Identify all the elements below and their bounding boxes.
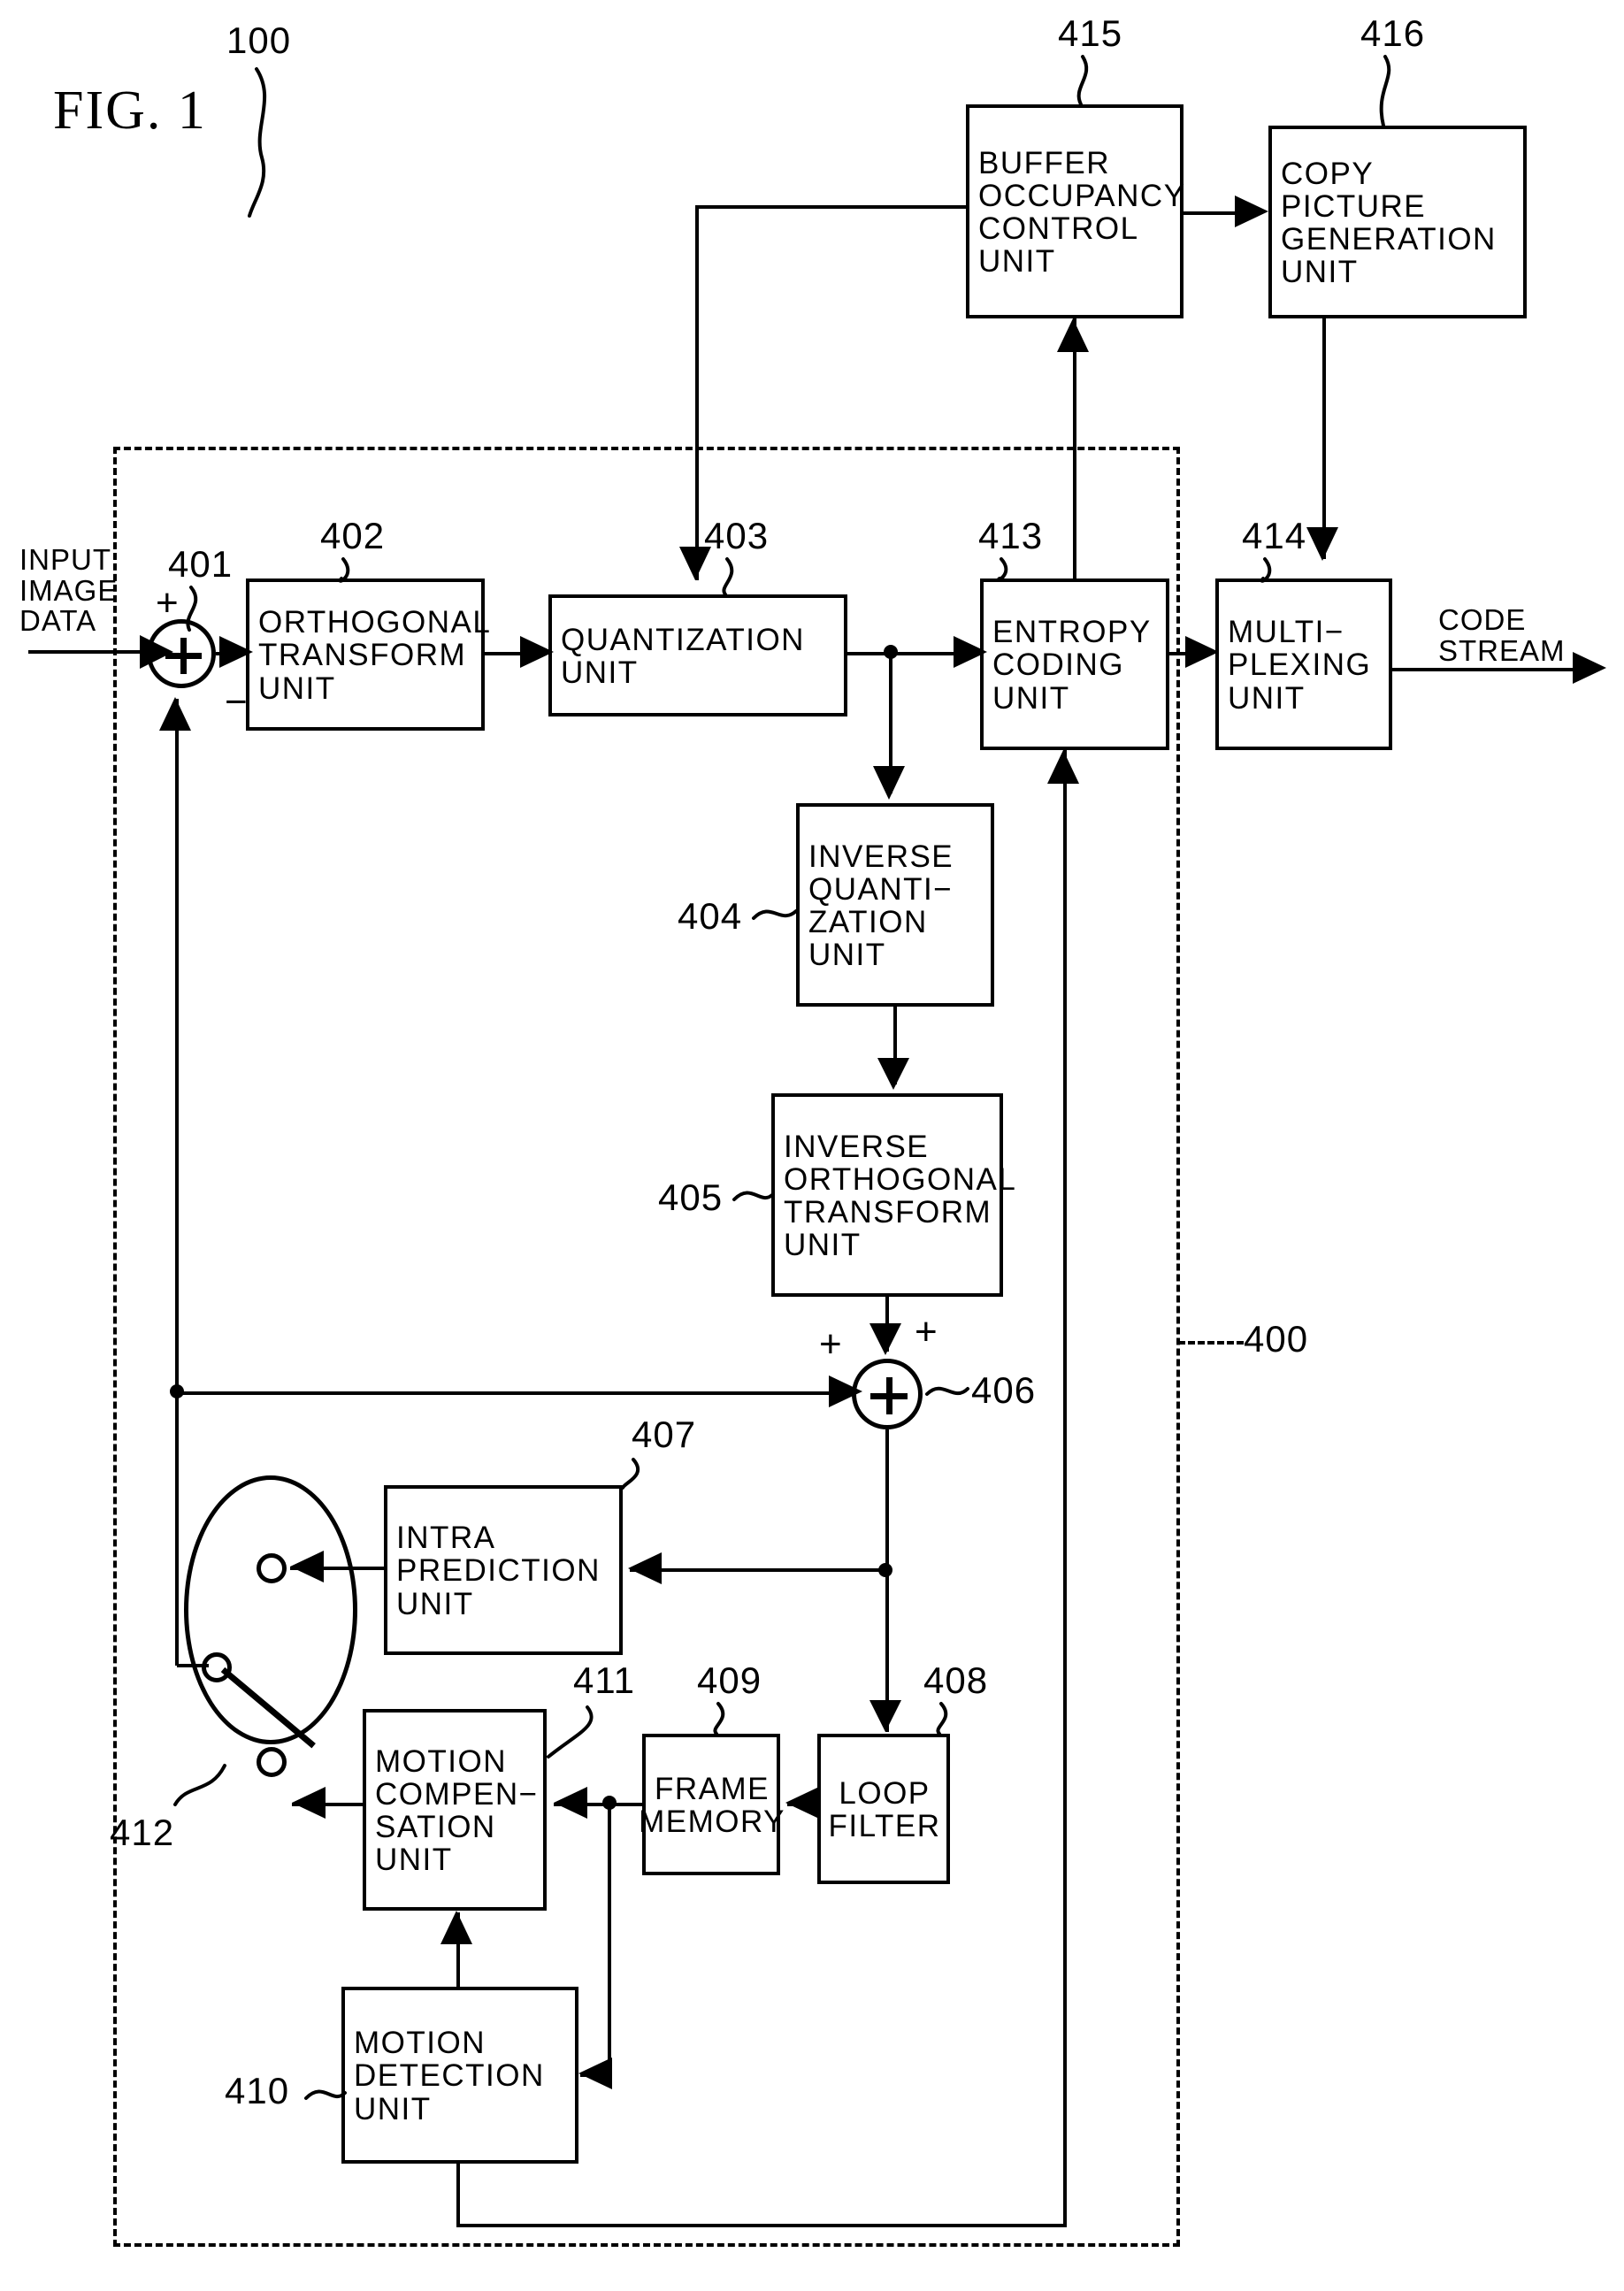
ref-numeral-404: 404: [678, 895, 743, 937]
ref-numeral-416: 416: [1360, 12, 1426, 54]
wire-inverse-quantization-to-inverse-orthogonal: [893, 1007, 897, 1084]
ref-numeral-415: 415: [1058, 12, 1123, 54]
block-inverse-orthogonal-transform-unit[interactable]: INVERSE ORTHOGONAL TRANSFORM UNIT: [771, 1093, 1015, 1297]
adder-401-plus-sign: +: [156, 581, 179, 624]
wire-quantization-tap-to-inverse-quantization: [889, 652, 892, 793]
encoder-boundary-leader: [1178, 1341, 1244, 1345]
ref-numeral-407: 407: [632, 1414, 697, 1455]
ref-numeral-400: 400: [1244, 1318, 1309, 1360]
ref-numeral-403: 403: [704, 515, 770, 556]
block-multiplexing-unit[interactable]: MULTI− PLEXING UNIT: [1215, 578, 1392, 750]
ref-numeral-405: 405: [658, 1176, 724, 1218]
wire-entropy-coding-to-multiplexing: [1169, 652, 1205, 655]
wire-adder401-to-orthogonal-transform: [216, 652, 239, 655]
adder-406-plus-left-sign: +: [819, 1322, 842, 1366]
block-entropy-coding-unit[interactable]: ENTROPY CODING UNIT: [980, 578, 1169, 750]
wire-intra-prediction-to-switch: [290, 1567, 386, 1570]
adder-406[interactable]: [852, 1359, 923, 1429]
block-motion-detection-unit[interactable]: MOTION DETECTION UNIT: [341, 1987, 578, 2164]
ref-numeral-408: 408: [923, 1659, 989, 1701]
wire-prediction-bus-to-adder401: [175, 699, 179, 1396]
ref-numeral-414: 414: [1242, 515, 1307, 556]
wire-buffer-control-to-quantization-v: [695, 205, 699, 580]
ref-numeral-401: 401: [168, 543, 234, 585]
prediction-mode-switch-412[interactable]: [184, 1475, 357, 1744]
wire-multiplexing-to-code-stream: [1392, 668, 1589, 671]
block-loop-filter[interactable]: LOOP FILTER: [817, 1734, 950, 1884]
figure-title: FIG. 1: [53, 80, 207, 141]
block-copy-picture-generation-unit[interactable]: COPY PICTURE GENERATION UNIT: [1268, 126, 1527, 318]
ref-numeral-100: 100: [226, 19, 292, 61]
block-quantization-unit[interactable]: QUANTIZATION UNIT: [548, 594, 847, 716]
wire-motion-vector-bus-horizontal: [456, 2224, 1067, 2227]
block-frame-memory[interactable]: FRAME MEMORY: [639, 1734, 784, 1875]
wire-buffer-control-to-copy-picture: [1184, 211, 1251, 215]
wire-motion-vector-bus-vertical: [1063, 750, 1067, 2227]
wire-adder406-to-loop-filter: [885, 1429, 889, 1732]
ref-numeral-411: 411: [573, 1659, 635, 1701]
switch-node-intra[interactable]: [257, 1553, 287, 1583]
patent-figure-page: FIG. 1 100 400 BUFFER OCCUPANCY CONTROL …: [0, 0, 1624, 2291]
adder-406-plus-top-sign: +: [915, 1310, 938, 1353]
wire-motion-detection-output-down: [456, 2164, 460, 2227]
ref-numeral-409: 409: [697, 1659, 762, 1701]
wire-input-to-adder401: [28, 650, 140, 654]
wire-copy-picture-to-multiplexing: [1322, 318, 1326, 559]
ref-numeral-412: 412: [110, 1812, 175, 1853]
input-image-data-label: INPUT IMAGE DATA: [19, 543, 119, 638]
ref-numeral-406: 406: [971, 1369, 1037, 1411]
wire-orthogonal-transform-to-quantization: [485, 652, 540, 655]
adder-401[interactable]: [147, 619, 216, 688]
ref-numeral-410: 410: [225, 2070, 290, 2111]
wire-motion-compensation-to-switch: [292, 1803, 364, 1806]
block-motion-compensation-unit[interactable]: MOTION COMPEN− SATION UNIT: [363, 1709, 547, 1911]
wire-frame-memory-to-motion-compensation: [554, 1803, 644, 1806]
block-intra-prediction-unit[interactable]: INTRA PREDICTION UNIT: [384, 1485, 623, 1655]
block-orthogonal-transform-unit[interactable]: ORTHOGONAL TRANSFORM UNIT: [246, 578, 490, 731]
wire-frame-memory-tap-to-motion-detection: [580, 2073, 611, 2077]
wire-loop-filter-to-frame-memory: [787, 1803, 819, 1806]
wire-prediction-bus-vertical: [175, 1391, 179, 1666]
block-buffer-occupancy-control-unit[interactable]: BUFFER OCCUPANCY CONTROL UNIT: [966, 104, 1184, 318]
code-stream-label: CODE STREAM: [1438, 603, 1566, 667]
wire-buffer-control-to-quantization-h: [695, 205, 968, 209]
wire-switch-common-to-bus: [177, 1664, 209, 1667]
wire-quantization-to-entropy-coding: [847, 652, 973, 655]
wire-motion-detection-top-input: [456, 1912, 460, 1990]
wire-inverse-orthogonal-to-adder406: [885, 1297, 889, 1352]
block-inverse-quantization-unit[interactable]: INVERSE QUANTI− ZATION UNIT: [796, 803, 994, 1007]
ref-numeral-402: 402: [320, 515, 386, 556]
wire-prediction-to-adder406: [177, 1391, 845, 1395]
wire-reconstructed-to-intra-prediction: [630, 1568, 885, 1572]
adder-401-minus-sign: −: [225, 680, 248, 724]
wire-frame-memory-tap-down: [608, 1803, 611, 2077]
ref-numeral-413: 413: [978, 515, 1044, 556]
wire-entropy-coding-to-buffer-control: [1073, 318, 1076, 578]
switch-node-inter[interactable]: [257, 1747, 287, 1777]
